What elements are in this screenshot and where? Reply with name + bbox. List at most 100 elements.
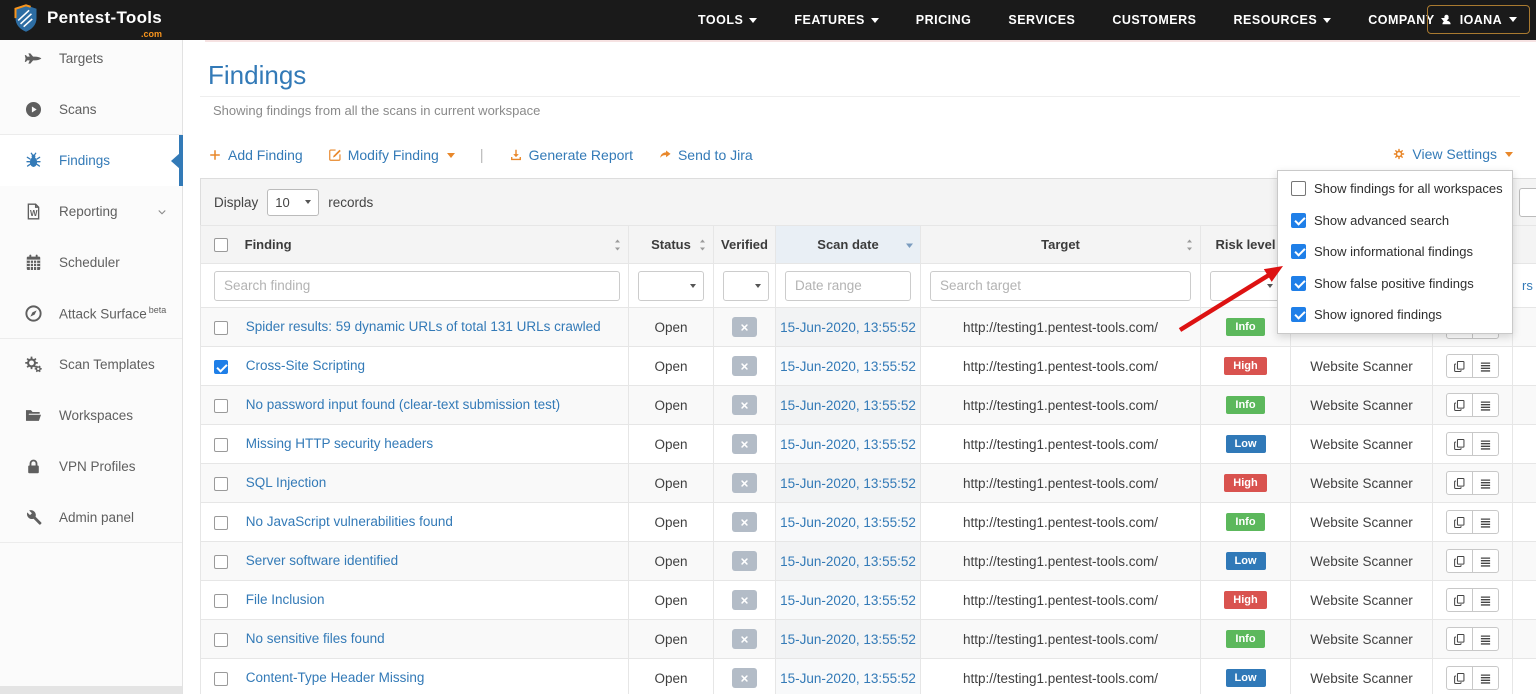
- unverified-button[interactable]: [732, 590, 757, 610]
- sidebar-item-vpn-profiles[interactable]: VPN Profiles: [0, 441, 182, 492]
- sidebar-item-reporting[interactable]: W Reporting: [0, 186, 182, 237]
- finding-details-button[interactable]: [1472, 549, 1499, 573]
- unverified-button[interactable]: [732, 512, 757, 532]
- nav-item-customers[interactable]: CUSTOMERS: [1112, 13, 1196, 27]
- finding-details-button[interactable]: [1472, 393, 1499, 417]
- sidebar-item-attack-surface[interactable]: Attack Surfacebeta: [0, 288, 182, 339]
- finding-link[interactable]: Missing HTTP security headers: [246, 436, 433, 451]
- row-checkbox[interactable]: [214, 633, 228, 647]
- sidebar-item-findings[interactable]: Findings: [0, 135, 182, 186]
- copy-finding-button[interactable]: [1446, 354, 1473, 378]
- select-all-checkbox[interactable]: [214, 238, 228, 252]
- finding-link[interactable]: File Inclusion: [246, 592, 325, 607]
- add-finding-button[interactable]: Add Finding: [208, 147, 303, 163]
- column-header-status[interactable]: Status: [629, 226, 714, 264]
- scan-date-link[interactable]: 15-Jun-2020, 13:55:52: [780, 593, 916, 608]
- copy-finding-button[interactable]: [1446, 471, 1473, 495]
- finding-link[interactable]: Content-Type Header Missing: [246, 670, 425, 685]
- view-settings-option-show-informational-findings[interactable]: Show informational findings: [1278, 236, 1512, 268]
- edge-link-fragment[interactable]: rs: [1522, 278, 1533, 293]
- scan-date-link[interactable]: 15-Jun-2020, 13:55:52: [780, 359, 916, 374]
- scan-date-link[interactable]: 15-Jun-2020, 13:55:52: [780, 476, 916, 491]
- option-checkbox[interactable]: [1291, 307, 1306, 322]
- unverified-button[interactable]: [732, 668, 757, 688]
- unverified-button[interactable]: [732, 551, 757, 571]
- status-filter-select[interactable]: [638, 271, 704, 301]
- verified-filter-select[interactable]: [723, 271, 769, 301]
- finding-link[interactable]: No sensitive files found: [246, 631, 385, 646]
- date-range-input[interactable]: [785, 271, 911, 301]
- nav-item-features[interactable]: FEATURES: [794, 13, 878, 27]
- sidebar-item-scans[interactable]: Scans: [0, 84, 182, 135]
- unverified-button[interactable]: [732, 356, 757, 376]
- finding-link[interactable]: Spider results: 59 dynamic URLs of total…: [246, 319, 601, 334]
- finding-details-button[interactable]: [1472, 666, 1499, 690]
- copy-finding-button[interactable]: [1446, 627, 1473, 651]
- finding-details-button[interactable]: [1472, 471, 1499, 495]
- column-header-target[interactable]: Target: [921, 226, 1201, 264]
- finding-details-button[interactable]: [1472, 510, 1499, 534]
- copy-finding-button[interactable]: [1446, 549, 1473, 573]
- nav-item-pricing[interactable]: PRICING: [916, 13, 972, 27]
- finding-details-button[interactable]: [1472, 354, 1499, 378]
- view-settings-button[interactable]: View Settings: [1392, 146, 1513, 162]
- unverified-button[interactable]: [732, 629, 757, 649]
- finding-link[interactable]: Cross-Site Scripting: [246, 358, 365, 373]
- generate-report-button[interactable]: Generate Report: [509, 147, 633, 163]
- nav-item-tools[interactable]: TOOLS: [698, 13, 757, 27]
- row-checkbox[interactable]: [214, 477, 228, 491]
- row-checkbox[interactable]: [214, 399, 228, 413]
- risk-level-filter-select[interactable]: [1210, 271, 1281, 301]
- scan-date-link[interactable]: 15-Jun-2020, 13:55:52: [780, 398, 916, 413]
- row-checkbox[interactable]: [214, 672, 228, 686]
- scan-date-link[interactable]: 15-Jun-2020, 13:55:52: [780, 515, 916, 530]
- copy-finding-button[interactable]: [1446, 666, 1473, 690]
- scan-date-link[interactable]: 15-Jun-2020, 13:55:52: [780, 437, 916, 452]
- brand-logo[interactable]: Pentest-Tools .com: [12, 3, 162, 34]
- row-checkbox[interactable]: [214, 555, 228, 569]
- unverified-button[interactable]: [732, 395, 757, 415]
- finding-link[interactable]: No password input found (clear-text subm…: [246, 397, 560, 412]
- copy-finding-button[interactable]: [1446, 510, 1473, 534]
- row-checkbox[interactable]: [214, 438, 228, 452]
- nav-item-resources[interactable]: RESOURCES: [1234, 13, 1332, 27]
- scan-date-link[interactable]: 15-Jun-2020, 13:55:52: [780, 632, 916, 647]
- row-checkbox[interactable]: [214, 360, 228, 374]
- sidebar-item-scheduler[interactable]: Scheduler: [0, 237, 182, 288]
- page-size-select[interactable]: 10: [267, 189, 319, 216]
- view-settings-option-show-ignored-findings[interactable]: Show ignored findings: [1278, 299, 1512, 331]
- finding-link[interactable]: SQL Injection: [246, 475, 327, 490]
- view-settings-option-show-advanced-search[interactable]: Show advanced search: [1278, 205, 1512, 237]
- finding-details-button[interactable]: [1472, 432, 1499, 456]
- option-checkbox[interactable]: [1291, 181, 1306, 196]
- sidebar-item-targets[interactable]: Targets: [0, 33, 182, 84]
- sidebar-item-workspaces[interactable]: Workspaces: [0, 390, 182, 441]
- view-settings-option-show-findings-for-all-workspaces[interactable]: Show findings for all workspaces: [1278, 173, 1512, 205]
- scan-date-link[interactable]: 15-Jun-2020, 13:55:52: [780, 554, 916, 569]
- sidebar-item-admin-panel[interactable]: Admin panel: [0, 492, 182, 543]
- view-settings-option-show-false-positive-findings[interactable]: Show false positive findings: [1278, 268, 1512, 300]
- row-checkbox[interactable]: [214, 321, 228, 335]
- option-checkbox[interactable]: [1291, 244, 1306, 259]
- modify-finding-button[interactable]: Modify Finding: [328, 147, 455, 163]
- user-menu-button[interactable]: IOANA: [1427, 5, 1530, 34]
- copy-finding-button[interactable]: [1446, 393, 1473, 417]
- finding-details-button[interactable]: [1472, 588, 1499, 612]
- option-checkbox[interactable]: [1291, 276, 1306, 291]
- finding-details-button[interactable]: [1472, 627, 1499, 651]
- unverified-button[interactable]: [732, 317, 757, 337]
- row-checkbox[interactable]: [214, 594, 228, 608]
- scan-date-link[interactable]: 15-Jun-2020, 13:55:52: [780, 320, 916, 335]
- sidebar-item-scan-templates[interactable]: Scan Templates: [0, 339, 182, 390]
- finding-link[interactable]: No JavaScript vulnerabilities found: [246, 514, 453, 529]
- finding-link[interactable]: Server software identified: [246, 553, 398, 568]
- copy-finding-button[interactable]: [1446, 432, 1473, 456]
- scan-date-link[interactable]: 15-Jun-2020, 13:55:52: [780, 671, 916, 686]
- copy-finding-button[interactable]: [1446, 588, 1473, 612]
- column-header-scan-date[interactable]: Scan date: [776, 226, 921, 264]
- row-checkbox[interactable]: [214, 516, 228, 530]
- unverified-button[interactable]: [732, 473, 757, 493]
- send-to-jira-button[interactable]: Send to Jira: [658, 147, 753, 163]
- option-checkbox[interactable]: [1291, 213, 1306, 228]
- search-target-input[interactable]: [930, 271, 1191, 301]
